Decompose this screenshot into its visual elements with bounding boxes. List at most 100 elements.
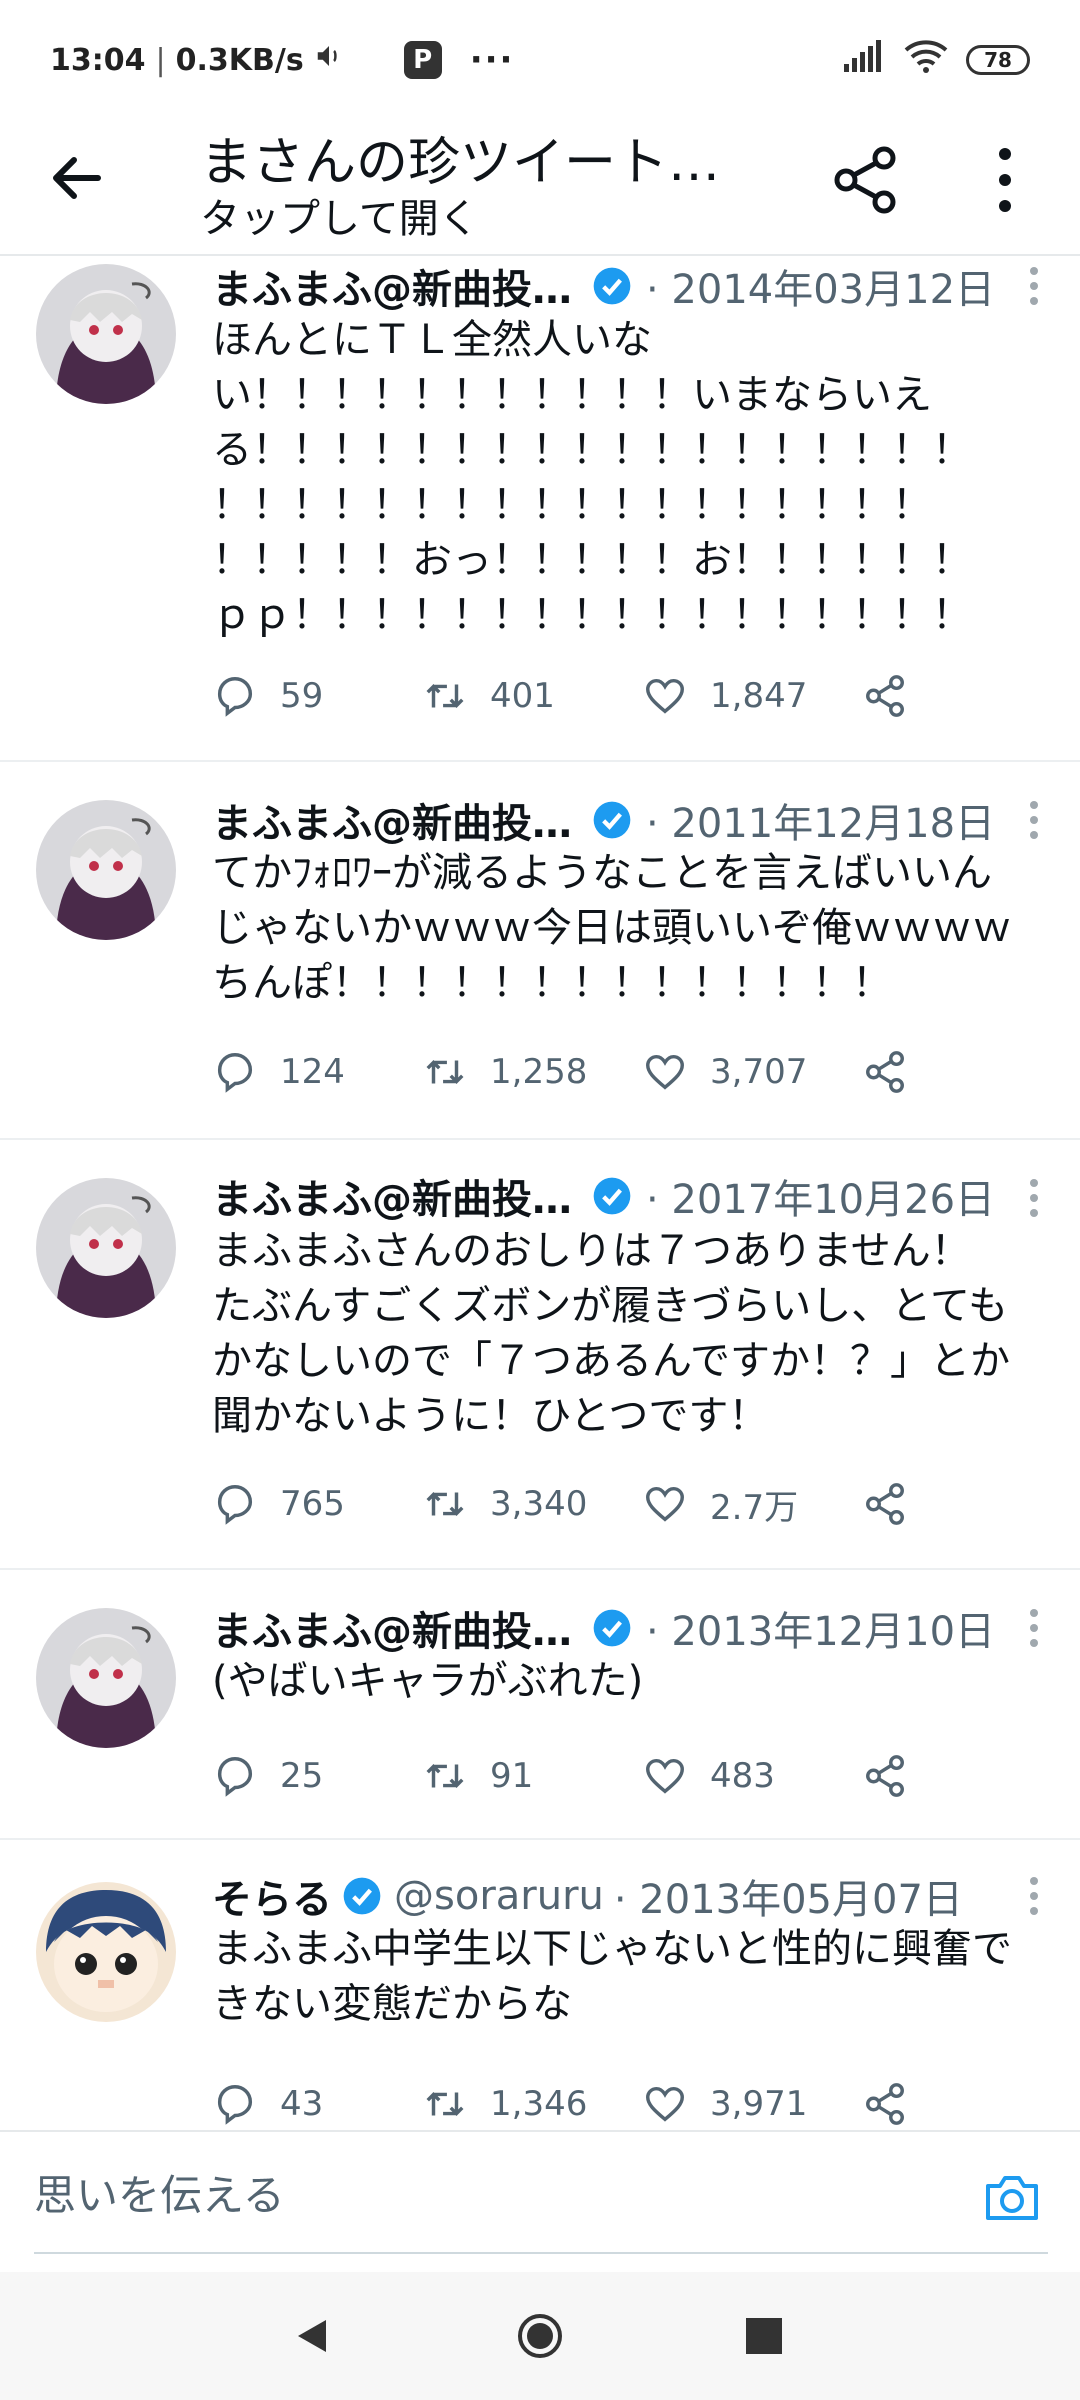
- verified-badge-icon: [593, 801, 631, 839]
- nav-back-icon[interactable]: [292, 2316, 332, 2356]
- reply-icon: [217, 1757, 253, 1797]
- reply-count: 124: [280, 1052, 345, 1092]
- reply-button[interactable]: 43: [212, 2074, 323, 2134]
- tweet-date: · 2017年10月26日: [646, 1177, 996, 1223]
- heart-icon: [646, 678, 684, 714]
- retweet-count: 3,340: [490, 1484, 588, 1524]
- tweet-more-icon[interactable]: [1028, 1178, 1040, 1218]
- retweet-button[interactable]: 401: [422, 666, 555, 726]
- reply-icon: [217, 1485, 253, 1525]
- signal-icon: [842, 40, 886, 80]
- tweet-header: まふまふ@新曲投… · 2013年12月10日: [212, 1600, 1040, 1656]
- share-icon: [834, 146, 896, 214]
- tweet-more-icon[interactable]: [1028, 1608, 1040, 1648]
- heart-icon: [646, 2086, 684, 2122]
- wifi-icon: [904, 39, 948, 81]
- avatar[interactable]: [36, 1882, 176, 2022]
- reply-icon: [217, 1053, 253, 1093]
- author-handle[interactable]: @soraruru: [394, 1873, 604, 1919]
- verified-badge-icon: [593, 1177, 631, 1215]
- back-button[interactable]: [48, 148, 108, 208]
- retweet-button[interactable]: 91: [422, 1746, 533, 1806]
- like-button[interactable]: 3,971: [642, 2074, 807, 2134]
- retweet-icon: [426, 683, 464, 709]
- retweet-count: 91: [490, 1756, 534, 1796]
- reply-input[interactable]: 思いを伝える: [34, 2162, 285, 2223]
- tweet-date: · 2014年03月12日: [646, 267, 996, 313]
- like-count: 2.7万: [710, 1487, 799, 1528]
- retweet-count: 401: [490, 676, 555, 716]
- share-icon: [866, 1051, 904, 1093]
- tweet-item[interactable]: そらる @soraruru · 2013年05月07日 まふまふ中学生以下じゃな…: [0, 1840, 1080, 2134]
- tweet-item[interactable]: まふまふ@新曲投… · 2017年10月26日 まふまふさんのおしりは７つありま…: [0, 1140, 1080, 1570]
- share-icon: [866, 2083, 904, 2125]
- app-header: まさんの珍ツイート… タップして開く: [0, 120, 1080, 256]
- like-button[interactable]: 2.7万: [642, 1474, 798, 1534]
- tweet-actions: 43 1,346 3,971: [212, 2074, 932, 2134]
- verified-badge-icon: [593, 1609, 631, 1647]
- tweet-more-icon[interactable]: [1028, 266, 1040, 306]
- retweet-button[interactable]: 1,258: [422, 1042, 587, 1102]
- author-name[interactable]: そらる: [212, 1867, 332, 1925]
- like-button[interactable]: 483: [642, 1746, 775, 1806]
- heart-icon: [646, 1486, 684, 1522]
- tweet-actions: 765 3,340 2.7万: [212, 1474, 932, 1534]
- nav-home-icon[interactable]: [516, 2312, 564, 2360]
- like-count: 1,847: [710, 676, 808, 716]
- share-icon: [866, 675, 904, 717]
- camera-button[interactable]: [982, 2168, 1042, 2228]
- tweet-item[interactable]: まふまふ@新曲投… · 2013年12月10日 (やばいキャラがぶれた) 25 …: [0, 1570, 1080, 1840]
- tweet-date: · 2013年05月07日: [613, 1877, 963, 1923]
- share-icon: [866, 1483, 904, 1525]
- tweet-more-icon[interactable]: [1028, 800, 1040, 840]
- retweet-button[interactable]: 1,346: [422, 2074, 587, 2134]
- author-name[interactable]: まふまふ@新曲投…: [212, 1167, 572, 1225]
- tweet-text: (やばいキャラがぶれた): [212, 1658, 644, 1704]
- tweet-share-button[interactable]: [862, 2074, 908, 2134]
- reply-count: 25: [280, 1756, 324, 1796]
- retweet-button[interactable]: 3,340: [422, 1474, 587, 1534]
- tweet-actions: 124 1,258 3,707: [212, 1042, 932, 1102]
- tweet-item[interactable]: まふまふ@新曲投… · 2014年03月12日 ほんとにＴＬ全然人いな い！！！…: [0, 258, 1080, 762]
- retweet-icon: [426, 1491, 464, 1517]
- reply-button[interactable]: 765: [212, 1474, 345, 1534]
- vertical-dots-icon: [999, 148, 1011, 212]
- page-title[interactable]: まさんの珍ツイート…: [200, 120, 760, 195]
- tweet-actions: 59 401 1,847: [212, 666, 932, 726]
- like-button[interactable]: 3,707: [642, 1042, 807, 1102]
- reply-count: 43: [280, 2084, 324, 2124]
- reply-underline: [34, 2252, 1048, 2254]
- tweet-date: · 2013年12月10日: [646, 1609, 996, 1655]
- tweet-share-button[interactable]: [862, 666, 908, 726]
- tweet-text: ほんとにＴＬ全然人いな い！！！！！！！！！！！いまならいえ る！！！！！！！！…: [212, 317, 972, 638]
- tweet-text: まふまふさんのおしりは７つありません！ たぶんすごくズボンが履きづらいし、とても…: [212, 1228, 1010, 1439]
- reply-button[interactable]: 25: [212, 1746, 323, 1806]
- battery-level: 78: [984, 48, 1012, 72]
- tweet-header: まふまふ@新曲投… · 2011年12月18日: [212, 792, 1040, 848]
- nav-recent-apps-icon[interactable]: [746, 2318, 782, 2354]
- system-nav-bar: [0, 2272, 1080, 2400]
- avatar[interactable]: [36, 264, 176, 404]
- author-name[interactable]: まふまふ@新曲投…: [212, 791, 572, 849]
- reply-button[interactable]: 59: [212, 666, 323, 726]
- status-bar: 13:04 | 0.3KB/s P ··· 78: [0, 0, 1080, 120]
- status-speed: 0.3KB/s: [175, 42, 304, 78]
- tweet-share-button[interactable]: [862, 1042, 908, 1102]
- author-name[interactable]: まふまふ@新曲投…: [212, 1599, 572, 1657]
- page-subtitle[interactable]: タップして開く: [200, 186, 479, 244]
- tweet-share-button[interactable]: [862, 1474, 908, 1534]
- avatar[interactable]: [36, 800, 176, 940]
- tweet-more-icon[interactable]: [1028, 1876, 1040, 1916]
- like-button[interactable]: 1,847: [642, 666, 807, 726]
- avatar[interactable]: [36, 1178, 176, 1318]
- author-name[interactable]: まふまふ@新曲投…: [212, 257, 572, 315]
- reply-button[interactable]: 124: [212, 1042, 345, 1102]
- tweet-share-button[interactable]: [862, 1746, 908, 1806]
- reply-count: 765: [280, 1484, 345, 1524]
- tweet-text: てかﾌｫﾛﾜｰが減るようなことを言えばいいん じゃないかｗｗｗ今日は頭いいぞ俺ｗ…: [212, 850, 1012, 1006]
- camera-icon: [986, 2176, 1038, 2220]
- tweet-item[interactable]: まふまふ@新曲投… · 2011年12月18日 てかﾌｫﾛﾜｰが減るようなことを…: [0, 762, 1080, 1140]
- avatar[interactable]: [36, 1608, 176, 1748]
- share-button[interactable]: [830, 144, 902, 216]
- more-options-button[interactable]: [990, 140, 1020, 220]
